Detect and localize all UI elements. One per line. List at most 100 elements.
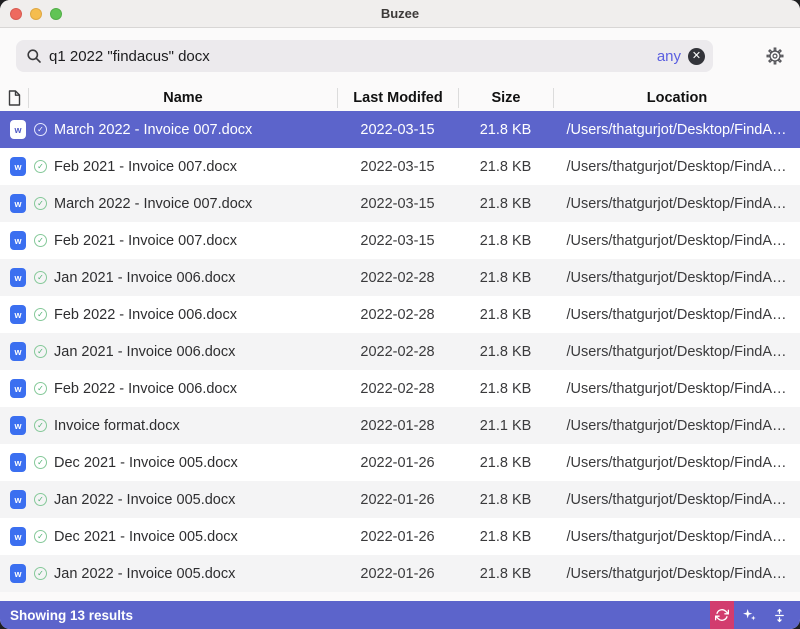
word-file-icon: w [10, 416, 26, 435]
check-circle-icon: ✓ [34, 530, 47, 543]
file-location: /Users/thatgurjot/Desktop/FindA… [553, 344, 800, 360]
status-bar: Showing 13 results [0, 601, 800, 629]
file-type-cell: w [0, 453, 28, 472]
file-name: Jan 2022 - Invoice 005.docx [54, 566, 235, 582]
table-row[interactable]: w ✓ Dec 2021 - Invoice 005.docx 2022-01-… [0, 444, 800, 481]
ai-summary-button[interactable] [734, 601, 764, 629]
file-type-cell: w [0, 157, 28, 176]
file-location: /Users/thatgurjot/Desktop/FindA… [553, 233, 800, 249]
clear-search-icon[interactable]: ✕ [688, 48, 705, 65]
name-column-header[interactable]: Name [28, 88, 337, 108]
file-size: 21.8 KB [458, 381, 553, 397]
file-size: 21.8 KB [458, 492, 553, 508]
word-file-icon: w [10, 490, 26, 509]
word-file-icon: w [10, 157, 26, 176]
table-row[interactable]: w ✓ Jan 2022 - Invoice 005.docx 2022-01-… [0, 481, 800, 518]
file-type-cell: w [0, 564, 28, 583]
file-name: Jan 2021 - Invoice 006.docx [54, 270, 235, 286]
word-file-icon: w [10, 268, 26, 287]
file-name: Jan 2021 - Invoice 006.docx [54, 344, 235, 360]
file-size: 21.8 KB [458, 270, 553, 286]
file-type-cell: w [0, 194, 28, 213]
table-footer-gap [0, 592, 800, 601]
file-location: /Users/thatgurjot/Desktop/FindA… [553, 455, 800, 471]
table-row[interactable]: w ✓ Feb 2021 - Invoice 007.docx 2022-03-… [0, 222, 800, 259]
last-modified-column-header[interactable]: Last Modifed [337, 88, 458, 108]
app-window: Buzee any ✕ [0, 0, 800, 629]
document-icon [8, 90, 21, 106]
file-name: Dec 2021 - Invoice 005.docx [54, 455, 238, 471]
table-row[interactable]: w ✓ Invoice format.docx 2022-01-28 21.1 … [0, 407, 800, 444]
check-circle-icon: ✓ [34, 308, 47, 321]
check-circle-icon: ✓ [34, 197, 47, 210]
word-file-icon: w [10, 342, 26, 361]
file-name-cell: ✓ March 2022 - Invoice 007.docx [28, 196, 337, 212]
expand-rows-button[interactable] [764, 601, 794, 629]
check-circle-icon: ✓ [34, 160, 47, 173]
word-file-icon: w [10, 194, 26, 213]
file-modified-date: 2022-02-28 [337, 270, 458, 286]
file-name-cell: ✓ Invoice format.docx [28, 418, 337, 434]
check-circle-icon: ✓ [34, 271, 47, 284]
table-row[interactable]: w ✓ Dec 2021 - Invoice 005.docx 2022-01-… [0, 518, 800, 555]
check-circle-icon: ✓ [34, 493, 47, 506]
file-modified-date: 2022-01-26 [337, 566, 458, 582]
size-column-header[interactable]: Size [458, 88, 553, 108]
table-row[interactable]: w ✓ Jan 2022 - Invoice 005.docx 2022-01-… [0, 555, 800, 592]
file-location: /Users/thatgurjot/Desktop/FindA… [553, 492, 800, 508]
expand-vertical-icon [772, 608, 787, 623]
refresh-button[interactable] [710, 601, 734, 629]
file-name-cell: ✓ Jan 2021 - Invoice 006.docx [28, 270, 337, 286]
file-size: 21.8 KB [458, 455, 553, 471]
title-bar: Buzee [0, 0, 800, 28]
settings-button[interactable] [742, 47, 784, 65]
file-size: 21.8 KB [458, 233, 553, 249]
file-location: /Users/thatgurjot/Desktop/FindA… [553, 122, 800, 138]
file-name-cell: ✓ Jan 2021 - Invoice 006.docx [28, 344, 337, 360]
check-circle-icon: ✓ [34, 123, 47, 136]
file-size: 21.8 KB [458, 529, 553, 545]
table-row[interactable]: w ✓ Feb 2021 - Invoice 007.docx 2022-03-… [0, 148, 800, 185]
location-column-header[interactable]: Location [553, 88, 800, 108]
file-name: Invoice format.docx [54, 418, 180, 434]
check-circle-icon: ✓ [34, 419, 47, 432]
file-location: /Users/thatgurjot/Desktop/FindA… [553, 159, 800, 175]
file-size: 21.8 KB [458, 307, 553, 323]
file-name-cell: ✓ Dec 2021 - Invoice 005.docx [28, 455, 337, 471]
file-location: /Users/thatgurjot/Desktop/FindA… [553, 196, 800, 212]
file-location: /Users/thatgurjot/Desktop/FindA… [553, 381, 800, 397]
table-row[interactable]: w ✓ Feb 2022 - Invoice 006.docx 2022-02-… [0, 296, 800, 333]
file-modified-date: 2022-02-28 [337, 344, 458, 360]
results-table: w ✓ March 2022 - Invoice 007.docx 2022-0… [0, 111, 800, 592]
check-circle-icon: ✓ [34, 456, 47, 469]
refresh-icon [715, 608, 729, 622]
file-modified-date: 2022-03-15 [337, 159, 458, 175]
file-modified-date: 2022-01-28 [337, 418, 458, 434]
file-name: Feb 2021 - Invoice 007.docx [54, 233, 237, 249]
file-type-cell: w [0, 231, 28, 250]
file-name-cell: ✓ Dec 2021 - Invoice 005.docx [28, 529, 337, 545]
file-name: Feb 2022 - Invoice 006.docx [54, 307, 237, 323]
file-type-column-header[interactable] [0, 88, 28, 108]
file-modified-date: 2022-02-28 [337, 307, 458, 323]
word-file-icon: w [10, 453, 26, 472]
check-circle-icon: ✓ [34, 567, 47, 580]
table-row[interactable]: w ✓ March 2022 - Invoice 007.docx 2022-0… [0, 185, 800, 222]
file-name: Dec 2021 - Invoice 005.docx [54, 529, 238, 545]
window-title: Buzee [0, 6, 800, 21]
sparkles-icon [741, 607, 757, 623]
table-row[interactable]: w ✓ March 2022 - Invoice 007.docx 2022-0… [0, 111, 800, 148]
search-box[interactable]: any ✕ [16, 40, 713, 72]
file-size: 21.8 KB [458, 196, 553, 212]
table-row[interactable]: w ✓ Jan 2021 - Invoice 006.docx 2022-02-… [0, 259, 800, 296]
file-modified-date: 2022-01-26 [337, 455, 458, 471]
file-name-cell: ✓ Jan 2022 - Invoice 005.docx [28, 492, 337, 508]
search-input[interactable] [49, 48, 657, 65]
file-type-cell: w [0, 268, 28, 287]
search-scope-toggle[interactable]: any [657, 48, 681, 65]
gear-icon [766, 47, 784, 65]
file-type-cell: w [0, 527, 28, 546]
file-location: /Users/thatgurjot/Desktop/FindA… [553, 418, 800, 434]
table-row[interactable]: w ✓ Feb 2022 - Invoice 006.docx 2022-02-… [0, 370, 800, 407]
table-row[interactable]: w ✓ Jan 2021 - Invoice 006.docx 2022-02-… [0, 333, 800, 370]
